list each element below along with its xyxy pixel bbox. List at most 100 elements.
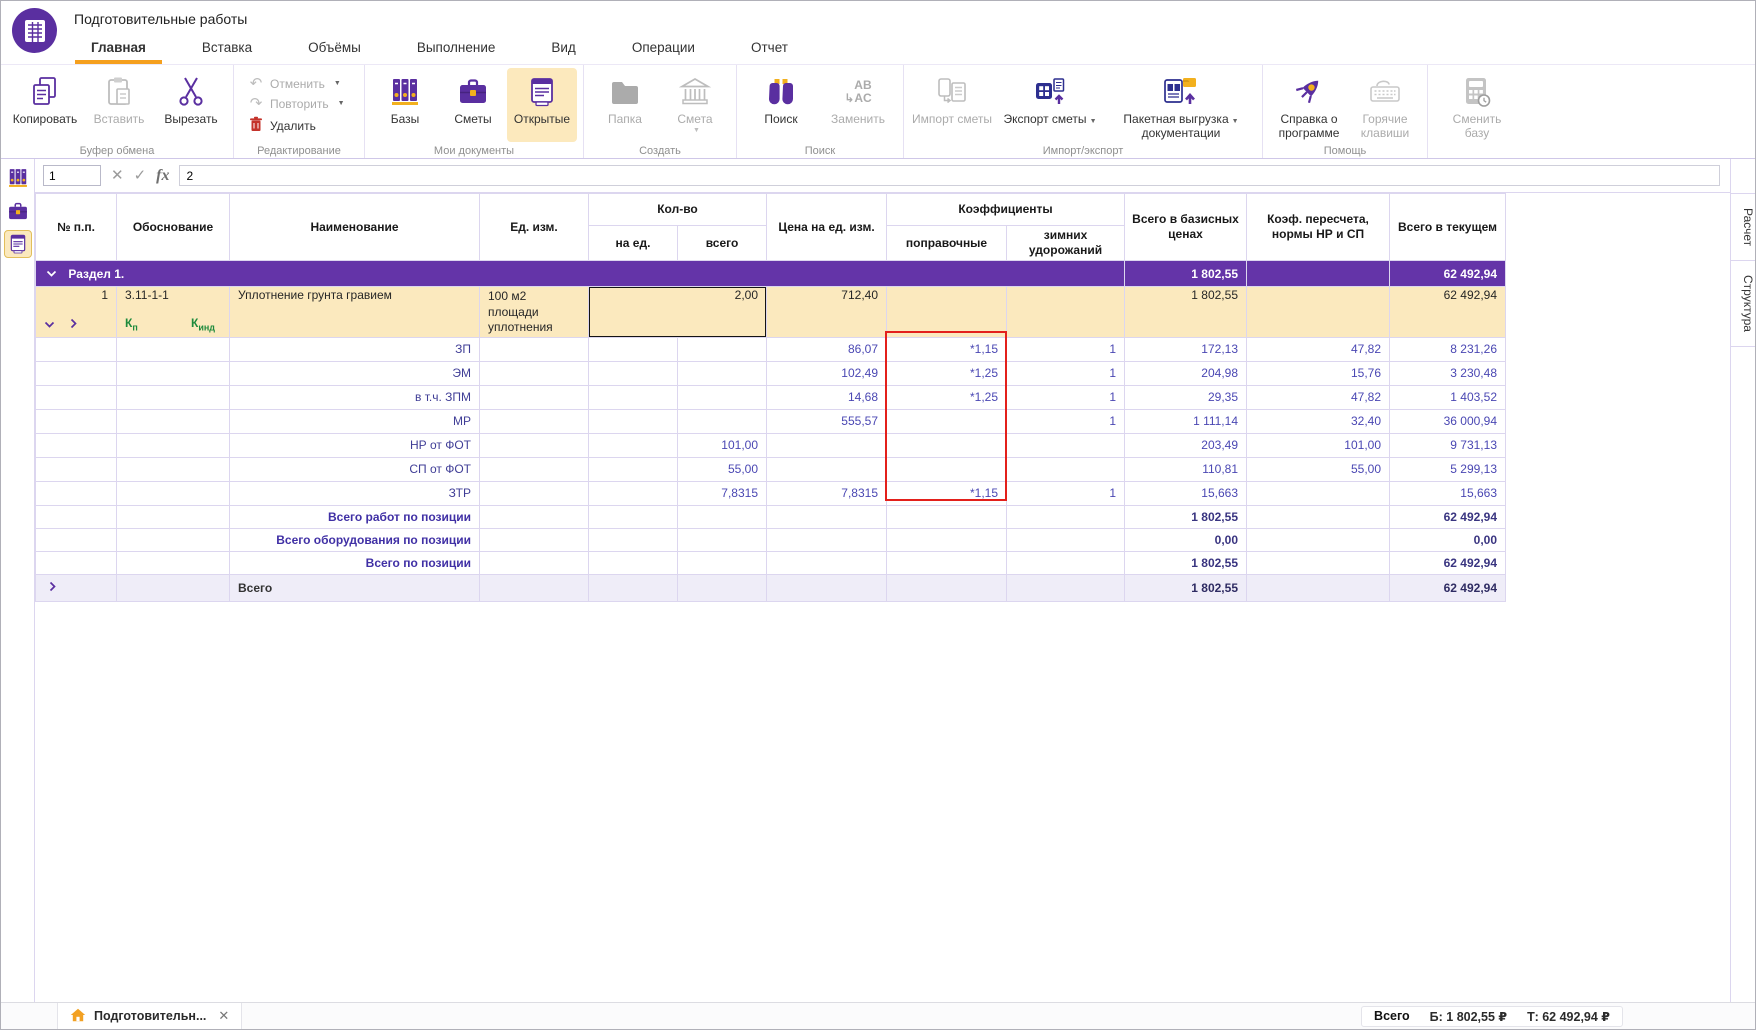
- hotkeys-button[interactable]: Горячиеклавиши: [1349, 68, 1421, 142]
- export-estimate-button[interactable]: Экспорт сметы▼: [994, 68, 1106, 142]
- tab-glavnaya[interactable]: Главная: [63, 31, 174, 64]
- redo-button[interactable]: ↷ Повторить ▼: [248, 96, 350, 111]
- position-coefficient-links[interactable]: Кп Кинд: [125, 316, 215, 332]
- resource-row-ztr[interactable]: ЗТР 7,8315 7,8315 *1,15 1 15,663 15,663: [36, 481, 1506, 505]
- total-equipment-row[interactable]: Всего оборудования по позиции 0,00 0,00: [36, 528, 1506, 551]
- col-header-qty-per-unit[interactable]: на ед.: [589, 226, 678, 261]
- resource-row-zpm[interactable]: в т.ч. ЗПМ 14,68 *1,25 1 29,35 47,82 1 4…: [36, 385, 1506, 409]
- app-window: Подготовительные работы Главная Вставка …: [0, 0, 1756, 1030]
- grand-total-expand-icon[interactable]: [48, 581, 57, 595]
- estimate-grid: № п.п. Обоснование Наименование Ед. изм.…: [35, 193, 1506, 602]
- position-collapse-icon[interactable]: [44, 318, 55, 332]
- confirm-icon[interactable]: ✓: [134, 168, 147, 183]
- col-header-num[interactable]: № п.п.: [36, 194, 117, 261]
- resource-row-mr[interactable]: МР 555,57 1 1 111,14 32,40 36 000,94: [36, 409, 1506, 433]
- section-row[interactable]: Раздел 1. 1 802,55 62 492,94: [36, 261, 1506, 287]
- open-document-icon: [527, 71, 557, 113]
- position-current-total[interactable]: 62 492,94: [1390, 287, 1506, 338]
- position-expand-icon[interactable]: [69, 318, 78, 332]
- col-header-justification[interactable]: Обоснование: [117, 194, 230, 261]
- resource-row-zp[interactable]: ЗП 86,07 *1,15 1 172,13 47,82 8 231,26: [36, 337, 1506, 361]
- row-number-input[interactable]: [43, 165, 101, 186]
- col-header-qty[interactable]: Кол-во: [589, 194, 767, 226]
- position-basis-total[interactable]: 1 802,55: [1125, 287, 1247, 338]
- replace-button[interactable]: AB↳AC Заменить: [819, 68, 897, 142]
- ribbon-group-search: Поиск AB↳AC Заменить Поиск: [737, 65, 904, 158]
- col-header-recalc[interactable]: Коэф. пересчета, нормы НР и СП: [1247, 194, 1390, 261]
- tab-vstavka[interactable]: Вставка: [174, 31, 280, 64]
- search-button[interactable]: Поиск: [743, 68, 819, 142]
- grand-total-basis[interactable]: 1 802,55: [1125, 574, 1247, 601]
- group-label-my-documents: Мои документы: [365, 145, 583, 157]
- change-base-button[interactable]: Сменитьбазу: [1434, 68, 1520, 142]
- col-header-basis-total[interactable]: Всего в базисных ценах: [1125, 194, 1247, 261]
- redo-dropdown-icon[interactable]: ▼: [338, 100, 345, 107]
- binoculars-icon: [765, 71, 797, 113]
- open-documents-button[interactable]: Открытые: [507, 68, 577, 142]
- undo-dropdown-icon[interactable]: ▼: [334, 80, 341, 87]
- col-header-price[interactable]: Цена на ед. изм.: [767, 194, 887, 261]
- section-label: Раздел 1.: [68, 267, 124, 281]
- titlebar: Подготовительные работы Главная Вставка …: [1, 1, 1755, 64]
- estimates-button[interactable]: Сметы: [439, 68, 507, 142]
- tab-operacii[interactable]: Операции: [604, 31, 723, 64]
- col-header-current-total[interactable]: Всего в текущем: [1390, 194, 1506, 261]
- calculator-clock-icon: [1461, 71, 1493, 113]
- cancel-icon[interactable]: ✕: [111, 168, 124, 183]
- col-header-name[interactable]: Наименование: [230, 194, 480, 261]
- close-tab-icon[interactable]: ✕: [218, 1008, 229, 1024]
- selected-quantity-cell[interactable]: 2,00: [589, 287, 767, 338]
- sidebar-estimates-icon[interactable]: [4, 197, 32, 225]
- tab-vid[interactable]: Вид: [523, 31, 603, 64]
- folder-button[interactable]: Папка: [590, 68, 660, 142]
- section-collapse-icon[interactable]: [46, 267, 57, 281]
- grand-total-current[interactable]: 62 492,94: [1390, 574, 1506, 601]
- sidebar-open-documents-icon[interactable]: [4, 230, 32, 258]
- sidebar-bases-icon[interactable]: [4, 164, 32, 192]
- col-header-winter[interactable]: зимних удорожаний: [1007, 226, 1125, 261]
- resource-row-sp[interactable]: СП от ФОТ 55,00 110,81 55,00 5 299,13: [36, 457, 1506, 481]
- paste-button[interactable]: Вставить: [83, 68, 155, 142]
- col-header-coefficients[interactable]: Коэффициенты: [887, 194, 1125, 226]
- position-row[interactable]: 1 3.11-1-1 Кп Кинд Уплотнение грунт: [36, 287, 1506, 338]
- export-icon: [1033, 71, 1067, 113]
- tab-obyomy[interactable]: Объёмы: [280, 31, 389, 64]
- undo-button[interactable]: ↶ Отменить ▼: [248, 76, 350, 91]
- house-icon: [70, 1008, 86, 1025]
- fx-icon[interactable]: fx: [156, 167, 169, 185]
- total-position-row[interactable]: Всего по позиции 1 802,55 62 492,94: [36, 551, 1506, 574]
- export-dropdown-icon[interactable]: ▼: [1090, 118, 1097, 125]
- formula-input[interactable]: [179, 165, 1720, 186]
- side-tab-struktura[interactable]: Структура: [1731, 261, 1755, 347]
- tab-otchet[interactable]: Отчет: [723, 31, 816, 64]
- position-price[interactable]: 712,40: [767, 287, 887, 338]
- tab-vypolnenie[interactable]: Выполнение: [389, 31, 524, 64]
- left-sidebar: [1, 159, 35, 1002]
- copy-icon: [30, 71, 60, 113]
- section-current-total[interactable]: 62 492,94: [1390, 261, 1506, 287]
- resource-row-nr[interactable]: НР от ФОТ 101,00 203,49 101,00 9 731,13: [36, 433, 1506, 457]
- new-estimate-button[interactable]: Смета ▼: [660, 68, 730, 142]
- about-button[interactable]: Справка опрограмме: [1269, 68, 1349, 142]
- document-tab[interactable]: Подготовительн... ✕: [57, 1003, 242, 1029]
- copy-button[interactable]: Копировать: [7, 68, 83, 142]
- new-estimate-dropdown-icon[interactable]: ▼: [693, 127, 700, 134]
- batch-upload-dropdown-icon[interactable]: ▼: [1232, 118, 1239, 125]
- col-header-unit[interactable]: Ед. изм.: [480, 194, 589, 261]
- delete-button[interactable]: Удалить: [248, 116, 350, 135]
- briefcase-icon: [457, 71, 489, 113]
- batch-upload-button[interactable]: Пакетная выгрузка▼документации: [1106, 68, 1256, 142]
- grand-total-row[interactable]: Всего 1 802,55 62 492,94: [36, 574, 1506, 601]
- total-works-row[interactable]: Всего работ по позиции 1 802,55 62 492,9…: [36, 505, 1506, 528]
- import-estimate-button[interactable]: Импорт сметы: [910, 68, 994, 142]
- side-tab-raschet[interactable]: Расчет: [1731, 193, 1755, 261]
- bases-button[interactable]: Базы: [371, 68, 439, 142]
- col-header-adjusting[interactable]: поправочные: [887, 226, 1007, 261]
- resource-row-em[interactable]: ЭМ 102,49 *1,25 1 204,98 15,76 3 230,48: [36, 361, 1506, 385]
- section-basis-total[interactable]: 1 802,55: [1125, 261, 1247, 287]
- cut-button[interactable]: Вырезать: [155, 68, 227, 142]
- rocket-icon: [1292, 71, 1326, 113]
- position-name[interactable]: Уплотнение грунта гравием: [230, 287, 480, 338]
- col-header-qty-total[interactable]: всего: [678, 226, 767, 261]
- app-logo-icon[interactable]: [12, 8, 57, 53]
